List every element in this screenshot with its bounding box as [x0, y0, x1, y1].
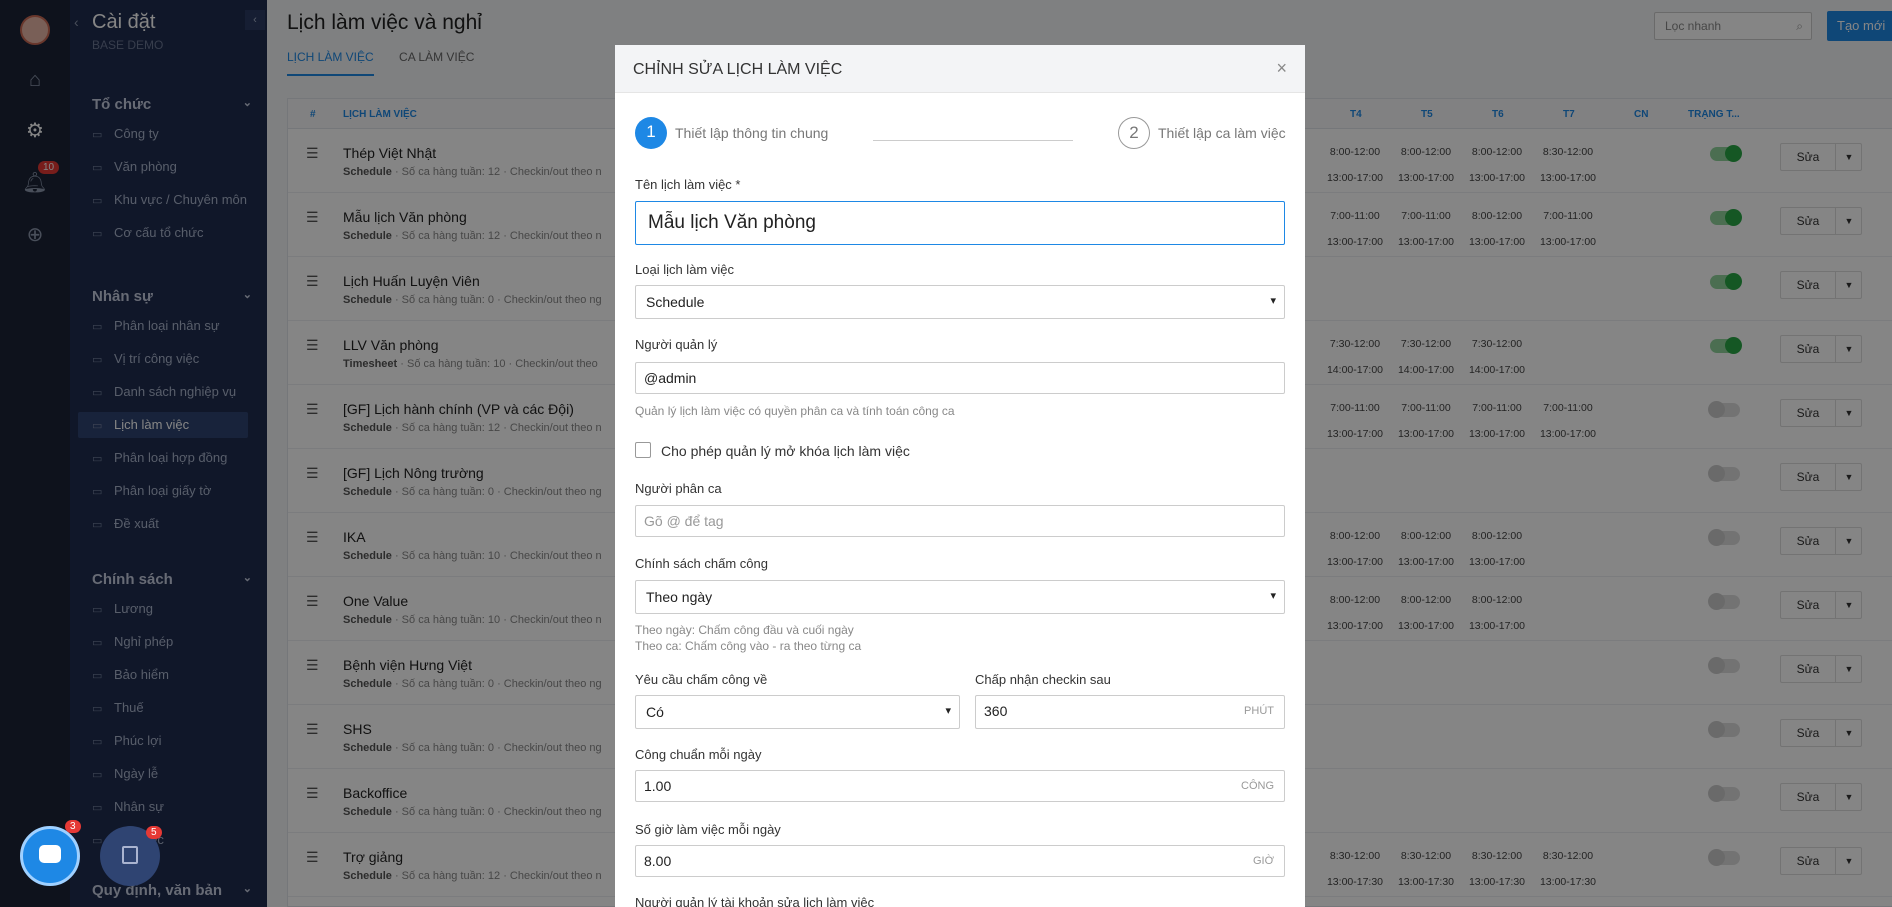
task-badge: 5	[146, 826, 162, 839]
step-1-number: 1	[635, 117, 667, 149]
schedule-name-value: Mẫu lịch Văn phòng	[648, 212, 816, 233]
modal-header: CHỈNH SỬA LỊCH LÀM VIỆC ×	[615, 45, 1305, 93]
checkout-value: Có	[646, 704, 664, 720]
manager-label: Người quản lý	[635, 337, 718, 352]
close-icon[interactable]: ×	[1276, 58, 1287, 79]
policy-hint-shift: Theo ca: Chấm công vào - ra theo từng ca	[635, 639, 862, 653]
schedule-type-value: Schedule	[646, 294, 705, 310]
std-input[interactable]: 1.00 CÔNG	[635, 770, 1285, 802]
manager-input[interactable]: @admin	[635, 362, 1285, 394]
clipboard-icon	[122, 846, 138, 864]
late-checkin-label: Chấp nhận checkin sau	[975, 672, 1111, 687]
step-2-label: Thiết lập ca làm việc	[1158, 125, 1286, 141]
chevron-down-icon: ▾	[1270, 590, 1276, 602]
editor-label: Người quản lý tài khoản sửa lịch làm việ…	[635, 895, 875, 907]
hours-input[interactable]: 8.00 GIỜ	[635, 845, 1285, 877]
step-divider	[873, 140, 1073, 141]
policy-select[interactable]: Theo ngày ▾	[635, 580, 1285, 614]
late-checkin-input[interactable]: 360 PHÚT	[975, 695, 1285, 729]
assigner-input[interactable]: Gõ @ để tag	[635, 505, 1285, 537]
chat-button[interactable]	[20, 826, 80, 886]
assigner-label: Người phân ca	[635, 481, 722, 496]
step-1-label: Thiết lập thông tin chung	[675, 125, 829, 141]
unlock-checkbox[interactable]	[635, 442, 651, 458]
checkout-select[interactable]: Có ▾	[635, 695, 960, 729]
manager-hint: Quản lý lịch làm việc có quyền phân ca v…	[635, 404, 955, 418]
chevron-down-icon: ▾	[1270, 295, 1276, 307]
schedule-name-input[interactable]: Mẫu lịch Văn phòng	[635, 201, 1285, 245]
hours-value: 8.00	[644, 853, 672, 869]
assigner-placeholder: Gõ @ để tag	[644, 513, 724, 529]
std-label: Công chuẩn mỗi ngày	[635, 747, 762, 762]
hours-label: Số giờ làm việc mỗi ngày	[635, 822, 781, 837]
hours-unit: GIỜ	[1252, 855, 1274, 867]
schedule-type-select[interactable]: Schedule ▾	[635, 285, 1285, 319]
manager-value: @admin	[644, 370, 697, 386]
checkout-label: Yêu cầu chấm công về	[635, 672, 768, 687]
std-value: 1.00	[644, 778, 672, 794]
late-checkin-unit: PHÚT	[1244, 705, 1274, 717]
chat-badge: 3	[65, 820, 81, 833]
chevron-down-icon: ▾	[945, 705, 951, 717]
edit-schedule-modal: CHỈNH SỬA LỊCH LÀM VIỆC × 1 Thiết lập th…	[615, 45, 1305, 907]
modal-title: CHỈNH SỬA LỊCH LÀM VIỆC	[633, 61, 843, 78]
policy-hint-day: Theo ngày: Chấm công đầu và cuối ngày	[635, 623, 854, 637]
chat-icon	[39, 845, 61, 863]
late-checkin-value: 360	[984, 703, 1008, 719]
unlock-label[interactable]: Cho phép quản lý mở khóa lịch làm việc	[661, 443, 910, 459]
policy-value: Theo ngày	[646, 589, 713, 605]
policy-label: Chính sách chấm công	[635, 556, 768, 571]
step-2-number: 2	[1118, 117, 1150, 149]
type-label: Loại lịch làm việc	[635, 262, 734, 277]
std-unit: CÔNG	[1241, 780, 1274, 792]
name-label: Tên lịch làm việc *	[635, 177, 741, 192]
